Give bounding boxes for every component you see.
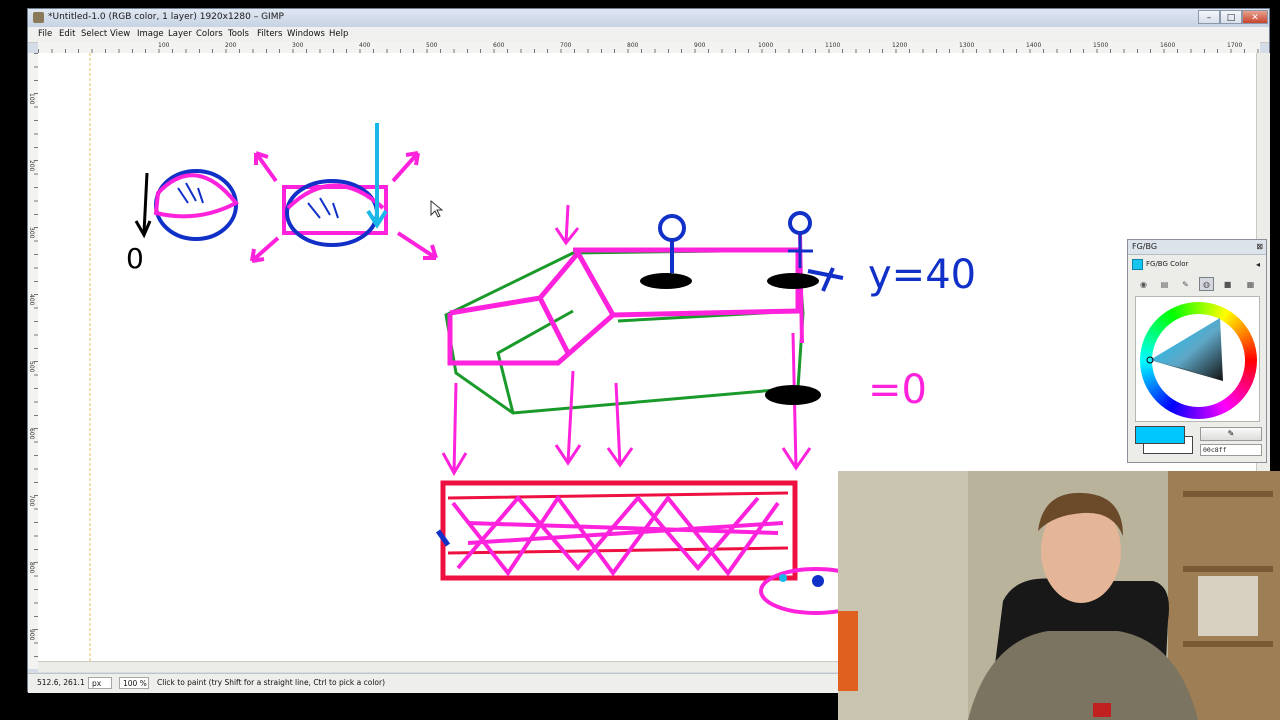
mouse-pointer-icon (430, 199, 444, 218)
status-message: Click to paint (try Shift for a straight… (157, 678, 386, 687)
webcam-image (838, 471, 1280, 720)
ruler-label: 1000 (758, 42, 774, 49)
ruler-label: 200 (225, 42, 237, 49)
zoom-select[interactable]: 100 % (119, 677, 149, 689)
maximize-button[interactable]: □ (1220, 10, 1242, 24)
ruler-label: 1300 (959, 42, 975, 49)
menu-edit[interactable]: Edit (59, 29, 75, 39)
wheel-selector-icon[interactable]: ◍ (1199, 277, 1214, 291)
ruler-label: 1600 (1160, 42, 1176, 49)
eyedropper-icon: ✎ (1227, 429, 1235, 438)
scales-selector-icon[interactable]: ■ (1220, 277, 1235, 291)
black-marker-top (640, 273, 692, 289)
cmyk-selector-icon[interactable]: ▤ (1157, 277, 1172, 291)
menu-layer[interactable]: Layer (168, 29, 192, 39)
pointer-coordinates: 512.6, 261.1 (37, 678, 85, 687)
watercolor-selector-icon[interactable]: ✎ (1178, 277, 1193, 291)
menu-image[interactable]: Image (137, 29, 164, 39)
black-down-arrow (142, 172, 149, 234)
gimp-selector-icon[interactable]: ◉ (1136, 277, 1151, 291)
ruler-label: 100 (28, 93, 35, 105)
close-button[interactable]: ✕ (1242, 10, 1268, 24)
ruler-label: 900 (28, 629, 35, 641)
ruler-label: 600 (493, 42, 505, 49)
ruler-label: 800 (28, 562, 35, 574)
scribble-fill (451, 494, 784, 577)
ruler-label: 100 (158, 42, 170, 49)
left-zero-label: 0 (126, 242, 144, 275)
menu-filters[interactable]: Filters (257, 29, 282, 39)
palette-selector-icon[interactable]: ▦ (1243, 277, 1258, 291)
menu-view[interactable]: View (110, 29, 130, 39)
color-triangle[interactable] (1145, 303, 1229, 389)
color-wheel-area[interactable] (1135, 296, 1260, 422)
green-box-sketch (444, 248, 805, 415)
menu-bar: File Edit Select View Image Layer Colors… (28, 27, 1269, 43)
gimp-app-icon (33, 12, 44, 23)
fg-bg-dock: FG/BG ⊠ FG/BG Color ◂ ◉ ▤ ✎ ◍ ■ ▦ ✎ 00c8… (1127, 239, 1267, 463)
tab-menu-icon[interactable]: ◂ (1256, 258, 1260, 271)
ruler-label: 300 (28, 227, 35, 239)
color-picker-button[interactable]: ✎ (1200, 427, 1262, 441)
menu-windows[interactable]: Windows (287, 29, 325, 39)
unit-select[interactable]: px (88, 677, 112, 689)
menu-help[interactable]: Help (329, 29, 348, 39)
dock-title[interactable]: FG/BG ⊠ (1128, 240, 1266, 255)
ruler-label: 500 (426, 42, 438, 49)
menu-colors[interactable]: Colors (196, 29, 223, 39)
blue-figure-head (658, 214, 686, 242)
ruler-label: 400 (359, 42, 371, 49)
dock-tab[interactable]: FG/BG Color ◂ (1132, 258, 1260, 271)
equation-zero-label: =0 (868, 367, 927, 413)
dock-close-icon[interactable]: ⊠ (1256, 240, 1263, 254)
ruler-label: 500 (28, 361, 35, 373)
ruler-label: 1700 (1227, 42, 1243, 49)
menu-select[interactable]: Select (81, 29, 107, 39)
color-tab-icon (1132, 258, 1143, 270)
foreground-color-swatch[interactable] (1135, 426, 1185, 444)
ruler-label: 1200 (892, 42, 908, 49)
minimize-button[interactable]: – (1198, 10, 1220, 24)
ruler-label: 200 (28, 160, 35, 172)
menu-file[interactable]: File (38, 29, 52, 39)
window-title: *Untitled-1.0 (RGB color, 1 layer) 1920x… (48, 12, 284, 22)
hex-color-input[interactable]: 00c8ff (1200, 444, 1262, 456)
dock-title-text: FG/BG (1132, 242, 1158, 251)
ruler-label: 1100 (825, 42, 841, 49)
equation-y-label: y=40 (868, 252, 976, 298)
ruler-label: 600 (28, 428, 35, 440)
ruler-label: 900 (694, 42, 706, 49)
menu-tools[interactable]: Tools (228, 29, 249, 39)
ruler-label: 1400 (1026, 42, 1042, 49)
black-marker-bottom (765, 385, 821, 405)
ruler-label: 800 (627, 42, 639, 49)
ruler-label: 400 (28, 294, 35, 306)
blue-ball (154, 169, 238, 241)
dock-tab-label: FG/BG Color (1146, 260, 1189, 268)
ruler-label: 300 (292, 42, 304, 49)
ruler-label: 1500 (1093, 42, 1109, 49)
ruler-label: 700 (28, 495, 35, 507)
title-bar[interactable]: *Untitled-1.0 (RGB color, 1 layer) 1920x… (28, 9, 1269, 27)
magenta-shape (449, 247, 801, 318)
webcam-overlay (838, 471, 1280, 720)
ruler-label: 700 (560, 42, 572, 49)
